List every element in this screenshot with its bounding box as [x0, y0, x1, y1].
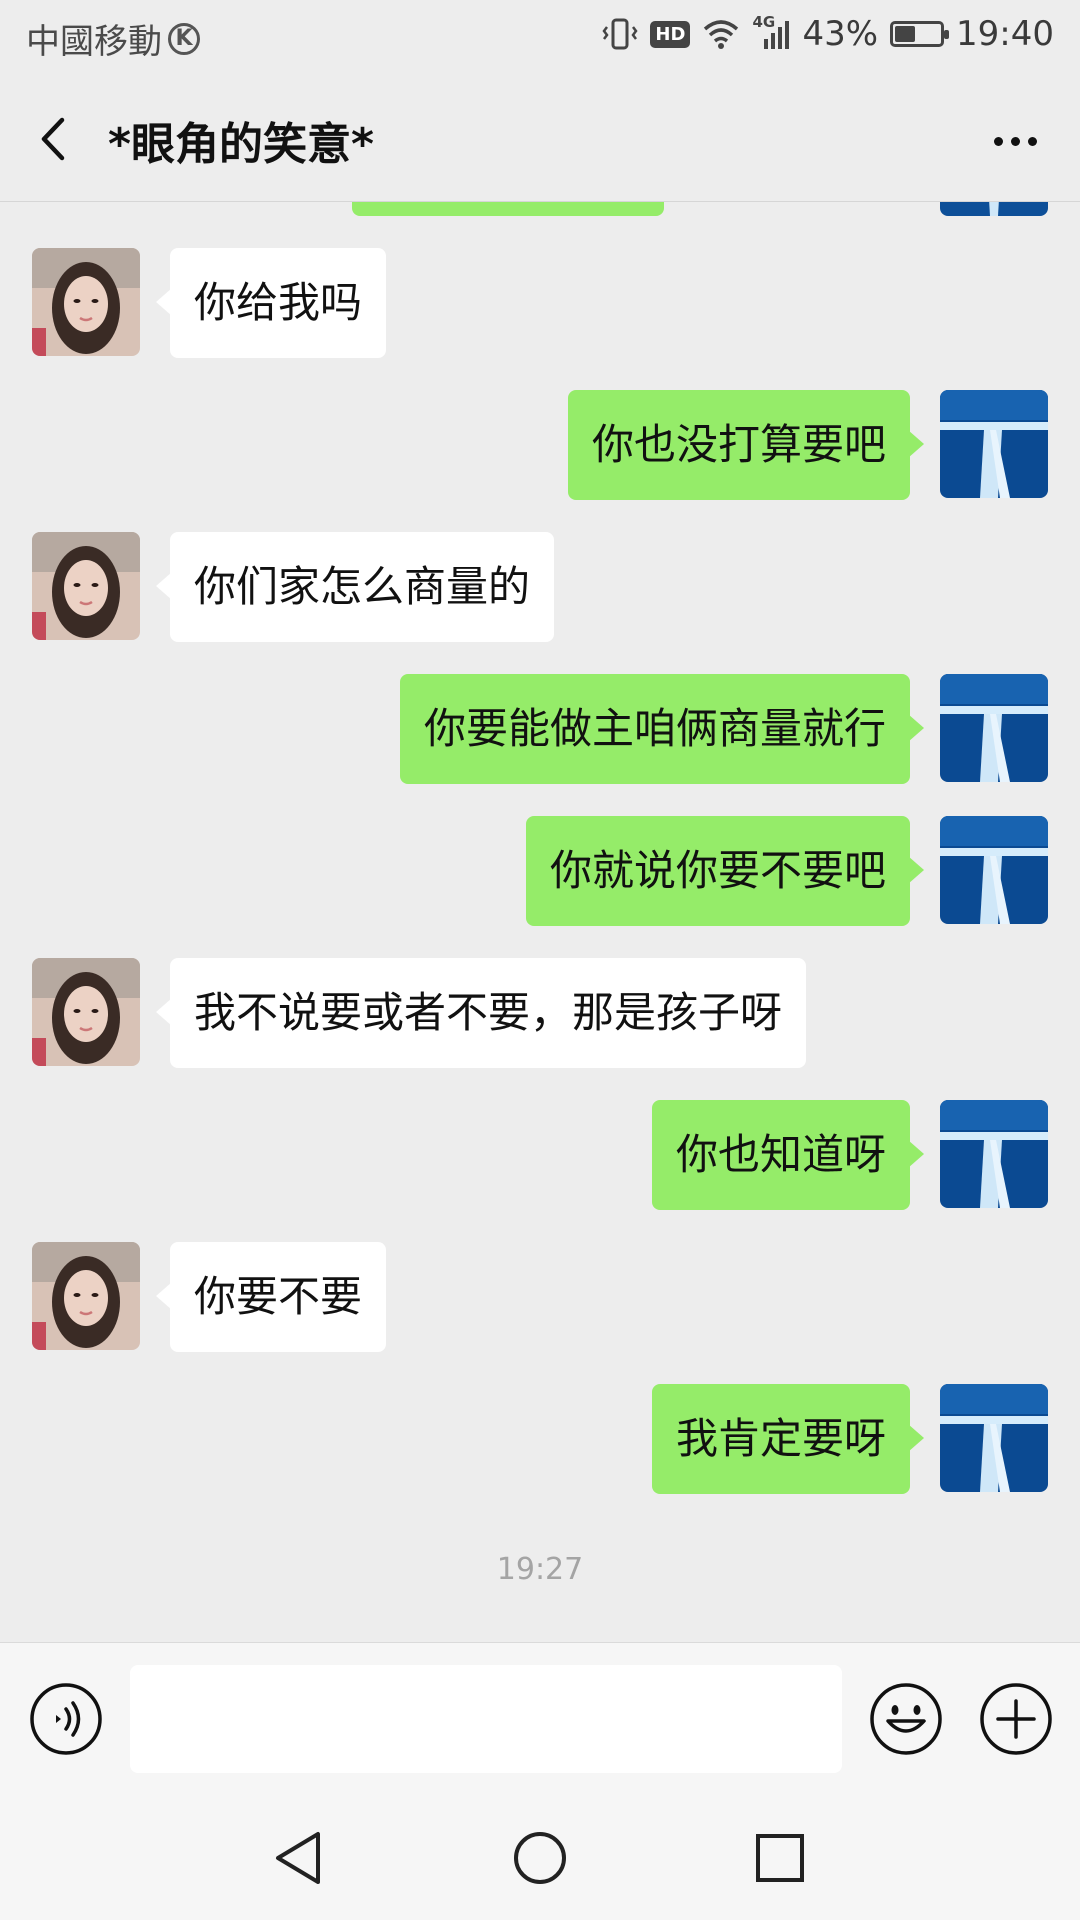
square-recent-icon — [756, 1834, 804, 1882]
message-list[interactable]: 你给我吗 你也没打算要吧 你们家怎么商量的 你要能做主咱俩商量就行 你就说你要不… — [0, 202, 1080, 1642]
contact-avatar[interactable] — [32, 532, 140, 640]
triangle-back-icon — [276, 1832, 320, 1884]
clock: 19:40 — [956, 14, 1054, 54]
carrier: 中國移動 K — [26, 14, 200, 63]
voice-button[interactable] — [28, 1681, 104, 1757]
message-bubble-sent[interactable]: 你也没打算要吧 — [567, 390, 925, 500]
contact-avatar[interactable] — [32, 958, 140, 1066]
nav-recent-button[interactable] — [748, 1826, 812, 1890]
message-bubble-sent[interactable]: 你要能做主咱俩商量就行 — [399, 674, 925, 784]
nav-back-button[interactable] — [268, 1826, 332, 1890]
voice-icon — [30, 1683, 102, 1755]
status-icons: HD 4G 43% 19:40 — [602, 13, 1054, 54]
message-bubble-received[interactable]: 你给我吗 — [155, 248, 387, 358]
signal-indicator: 4G — [752, 13, 790, 51]
message-row: 你们家怎么商量的 — [0, 532, 1080, 642]
vibrate-icon — [602, 18, 638, 50]
battery-icon — [890, 21, 950, 47]
message-row: 你也没打算要吧 — [0, 390, 1080, 500]
my-avatar[interactable] — [940, 674, 1048, 782]
message-row: 我肯定要呀 — [0, 1384, 1080, 1494]
chat-header: *眼角的笑意* — [0, 76, 1080, 202]
message-bubble-received[interactable]: 你们家怎么商量的 — [155, 532, 555, 642]
plus-icon — [980, 1683, 1052, 1755]
contact-avatar[interactable] — [32, 1242, 140, 1350]
my-avatar[interactable] — [940, 816, 1048, 924]
message-bubble-received[interactable]: 你要不要 — [155, 1242, 387, 1352]
more-functions-button[interactable] — [978, 1681, 1054, 1757]
message-row: 你要能做主咱俩商量就行 — [0, 674, 1080, 784]
nav-home-button[interactable] — [508, 1826, 572, 1890]
wifi-icon — [704, 20, 739, 49]
carrier-k-icon: K — [168, 22, 200, 55]
my-avatar[interactable] — [940, 1100, 1048, 1208]
message-row: 你要不要 — [0, 1242, 1080, 1352]
more-button[interactable] — [980, 106, 1050, 176]
chevron-left-icon — [41, 117, 65, 161]
my-avatar[interactable] — [940, 390, 1048, 498]
my-avatar-partial — [940, 202, 1048, 216]
message-bubble-sent[interactable]: 你也知道呀 — [651, 1100, 925, 1210]
hd-badge: HD — [650, 20, 691, 48]
carrier-name: 中國移動 — [26, 22, 162, 62]
system-navigation-bar — [0, 1796, 1080, 1920]
message-bubble-sent[interactable]: 我肯定要呀 — [651, 1384, 925, 1494]
status-bar: 中國移動 K HD 4G 43% 19:40 — [0, 0, 1080, 76]
input-bar — [0, 1642, 1080, 1796]
my-avatar[interactable] — [940, 1384, 1048, 1492]
emoji-icon — [870, 1683, 942, 1755]
emoji-button[interactable] — [868, 1681, 944, 1757]
more-horizontal-icon — [993, 136, 1003, 146]
message-timestamp: 19:27 — [496, 1552, 584, 1587]
back-button[interactable] — [30, 104, 90, 174]
chat-title: *眼角的笑意* — [108, 119, 375, 170]
battery-percent: 43% — [802, 14, 879, 54]
message-row: 你也知道呀 — [0, 1100, 1080, 1210]
message-row: 你就说你要不要吧 — [0, 816, 1080, 926]
circle-home-icon — [514, 1832, 566, 1884]
message-row: 我不说要或者不要，那是孩子呀 — [0, 958, 1080, 1068]
message-bubble-received[interactable]: 我不说要或者不要，那是孩子呀 — [155, 958, 807, 1068]
message-row: 你给我吗 — [0, 248, 1080, 358]
partial-message-bubble — [352, 202, 664, 216]
signal-icon — [764, 21, 790, 49]
contact-avatar[interactable] — [32, 248, 140, 356]
message-bubble-sent[interactable]: 你就说你要不要吧 — [525, 816, 925, 926]
message-input[interactable] — [130, 1665, 842, 1773]
